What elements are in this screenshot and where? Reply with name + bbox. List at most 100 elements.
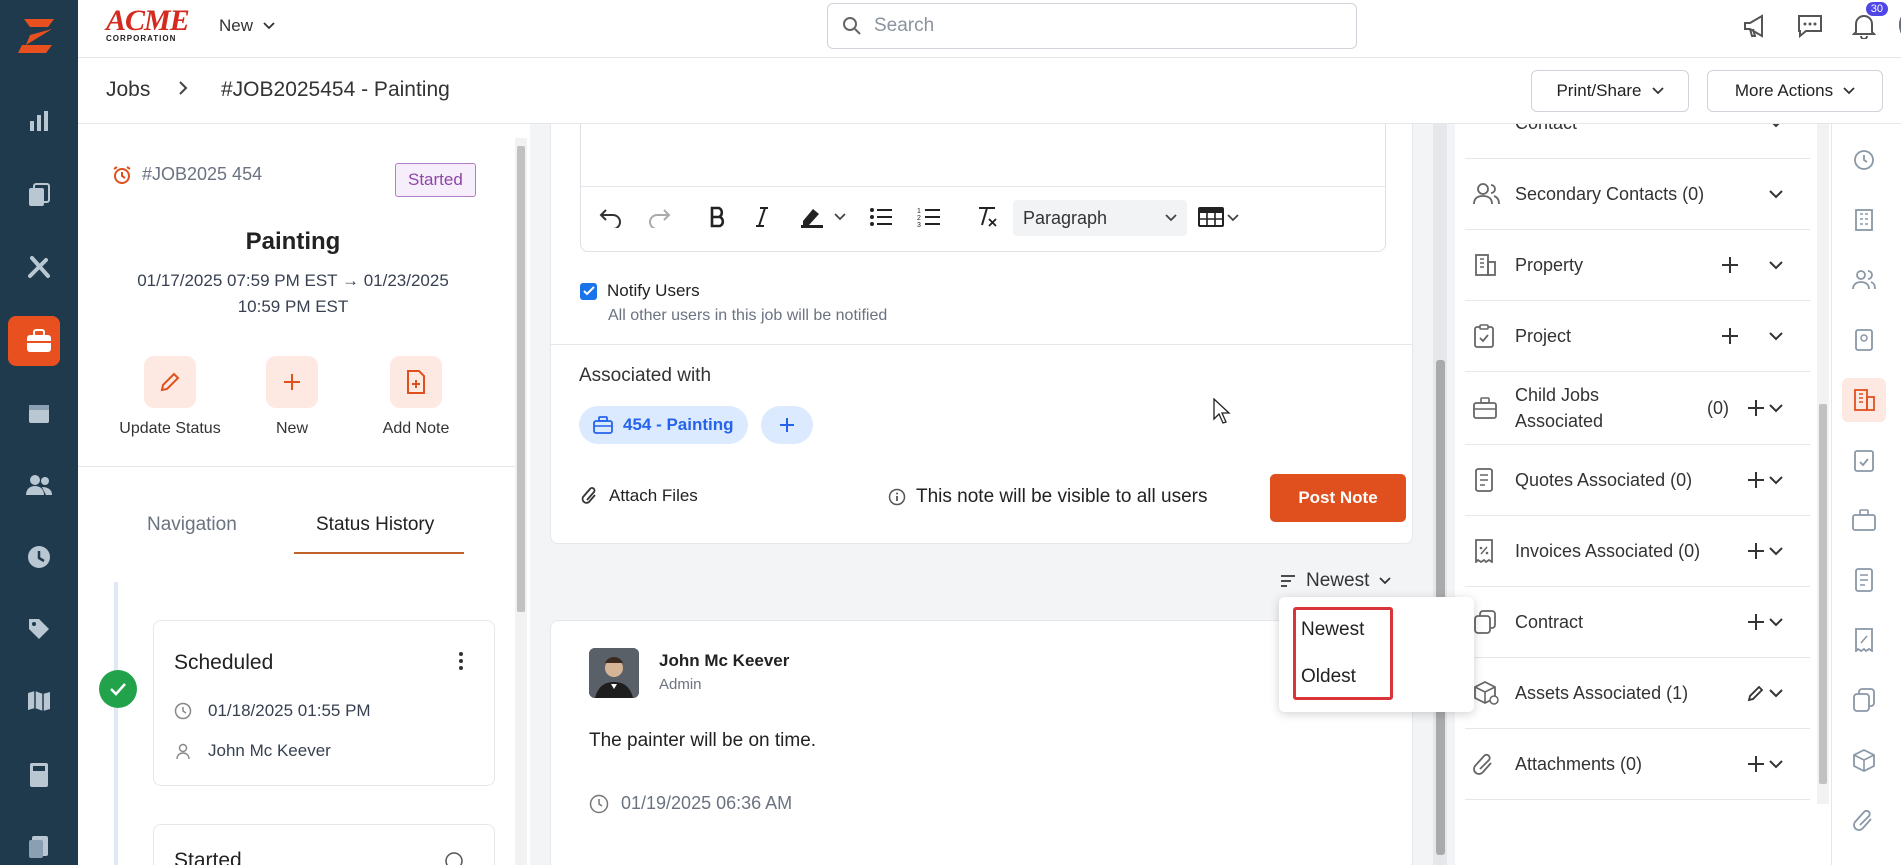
sort-dropdown-button[interactable]: Newest [1280,570,1391,592]
post-note-button[interactable]: Post Note [1270,474,1406,522]
chevron-down-icon[interactable] [1769,124,1783,128]
bullet-list-icon[interactable] [869,202,893,232]
plus-icon[interactable] [1747,755,1765,773]
chevron-down-icon[interactable] [1769,403,1783,413]
chat-icon[interactable] [1794,10,1826,42]
sort-option-oldest[interactable]: Oldest [1301,666,1356,688]
rail-paperclip-icon[interactable] [1842,798,1886,842]
alarm-clock-icon [113,165,131,184]
more-actions-button[interactable]: More Actions [1707,70,1883,112]
active-tab-indicator [294,552,464,554]
notify-users-checkbox[interactable]: Notify Users [580,281,700,301]
block-format-select[interactable]: Paragraph [1013,200,1187,236]
info-icon[interactable] [444,851,464,865]
right-scrollbar[interactable] [1817,124,1829,804]
rail-property-icon[interactable] [1842,378,1886,422]
undo-icon[interactable] [599,202,623,232]
nav-calendar-icon[interactable] [0,384,78,442]
rail-project-icon[interactable] [1842,438,1886,482]
megaphone-icon[interactable] [1740,10,1772,42]
rich-text-editor[interactable]: 123 Paragraph [580,124,1386,252]
breadcrumb-jobs-link[interactable]: Jobs [106,78,150,102]
rail-history-icon[interactable] [1842,138,1886,182]
nav-time-icon[interactable] [0,528,78,586]
center-scrollbar[interactable] [1433,124,1447,865]
chevron-down-icon[interactable] [1769,617,1783,627]
plus-icon[interactable] [1747,471,1765,489]
chevron-down-icon[interactable] [1769,546,1783,556]
add-note-button[interactable]: Add Note [356,356,476,438]
child-jobs-row[interactable]: Child Jobs Associated (0) [1465,372,1810,445]
new-menu-button[interactable]: New [219,16,275,36]
visibility-notice: This note will be visible to all users [888,486,1207,508]
attach-files-button[interactable]: Attach Files [581,486,698,506]
tab-navigation[interactable]: Navigation [147,514,237,536]
nav-map-icon[interactable] [0,672,78,730]
quotes-row[interactable]: Quotes Associated (0) [1465,445,1810,516]
rail-asset-icon[interactable] [1842,738,1886,782]
print-share-button[interactable]: Print/Share [1531,70,1689,112]
kebab-menu-icon[interactable] [458,651,464,671]
property-row[interactable]: Property [1465,230,1810,301]
rail-quote-icon[interactable] [1842,558,1886,602]
associated-job-chip[interactable]: 454 - Painting [579,406,748,444]
nav-calculator-icon[interactable] [0,746,78,804]
brand-logo[interactable]: ACME CORPORATION [106,6,192,46]
numbered-list-icon[interactable]: 123 [917,202,941,232]
divider [581,186,1385,187]
rail-building-icon[interactable] [1842,198,1886,242]
clear-format-icon[interactable] [975,202,999,232]
nav-files-icon[interactable] [0,818,78,865]
secondary-contacts-row[interactable]: Secondary Contacts (0) [1465,159,1810,230]
bold-icon[interactable] [709,202,727,232]
add-association-button[interactable] [761,406,813,444]
chevron-down-icon[interactable] [1769,331,1783,341]
chevron-right-icon [179,81,188,95]
italic-icon[interactable] [755,202,769,232]
plus-icon[interactable] [1747,613,1765,631]
search-box[interactable] [827,3,1357,49]
plus-icon[interactable] [1747,542,1765,560]
search-input[interactable] [874,15,1294,37]
nav-users-icon[interactable] [0,456,78,514]
highlight-icon[interactable] [799,202,851,232]
rail-contacts-icon[interactable] [1842,318,1886,362]
assets-row[interactable]: Assets Associated (1) [1465,658,1810,729]
chevron-down-icon[interactable] [1769,759,1783,769]
related-items-panel: Contact Secondary Contacts (0) Property … [1455,124,1831,865]
chevron-down-icon[interactable] [1769,260,1783,270]
row-label: Project [1515,326,1572,346]
pencil-icon[interactable] [1747,684,1765,702]
tab-status-history[interactable]: Status History [316,514,434,536]
nav-jobs-icon[interactable] [0,312,78,370]
rail-invoice-icon[interactable] [1842,618,1886,662]
invoices-row[interactable]: Invoices Associated (0) [1465,516,1810,587]
chevron-down-icon[interactable] [1769,688,1783,698]
svg-text:2: 2 [917,215,921,222]
contract-row[interactable]: Contract [1465,587,1810,658]
left-scrollbar[interactable] [515,138,527,865]
chevron-down-icon[interactable] [1769,475,1783,485]
redo-icon[interactable] [647,202,671,232]
plus-icon[interactable] [1721,256,1739,274]
nav-documents-icon[interactable] [0,166,78,224]
rail-contract-icon[interactable] [1842,678,1886,722]
notifications-button[interactable]: 30 [1848,2,1888,42]
contact-row[interactable]: Contact [1465,124,1810,159]
sort-option-newest[interactable]: Newest [1301,619,1364,641]
app-logo-icon[interactable] [0,0,78,70]
plus-icon[interactable] [1721,327,1739,345]
rail-users-icon[interactable] [1842,258,1886,302]
update-status-button[interactable]: Update Status [110,356,230,438]
new-button[interactable]: New [232,356,352,438]
table-icon[interactable] [1198,202,1240,232]
attachments-row[interactable]: Attachments (0) [1465,729,1810,800]
project-row[interactable]: Project [1465,301,1810,372]
nav-tools-icon[interactable] [0,238,78,296]
nav-reports-icon[interactable] [0,92,78,150]
search-icon [843,17,861,35]
plus-icon[interactable] [1747,399,1765,417]
chevron-down-icon[interactable] [1769,189,1783,199]
rail-briefcase-icon[interactable] [1842,498,1886,542]
nav-tags-icon[interactable] [0,600,78,658]
